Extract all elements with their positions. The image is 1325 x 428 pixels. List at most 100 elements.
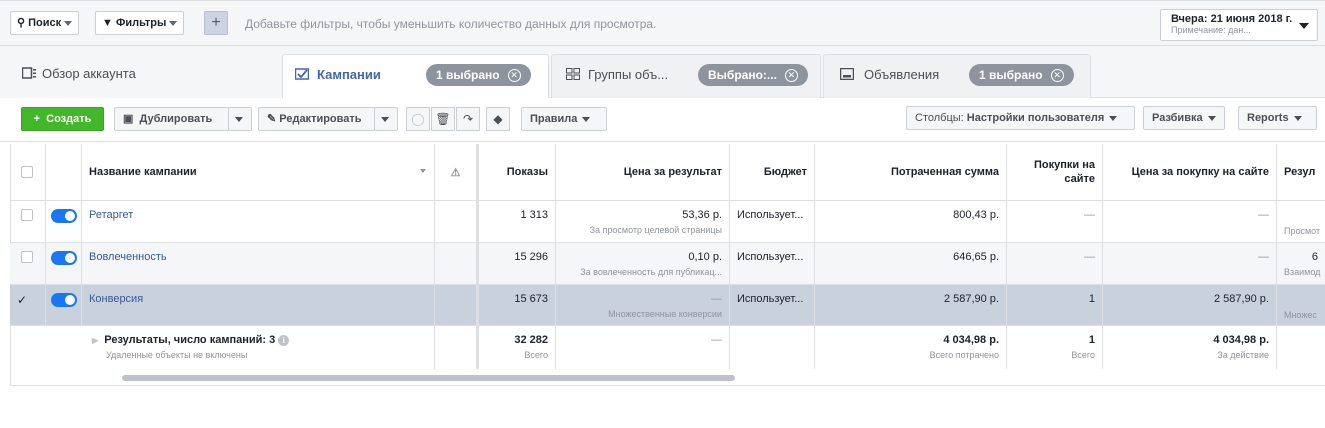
summary-cost-per-result: —	[556, 326, 730, 369]
summary-title: Результаты, число кампаний: 3	[104, 334, 276, 346]
account-overview-icon	[22, 67, 36, 79]
amount-spent-value: 646,65 р.	[815, 243, 1007, 284]
edit-dropdown[interactable]	[374, 107, 398, 131]
chevron-down-icon	[64, 20, 73, 26]
header-results[interactable]: Резул	[1277, 144, 1325, 200]
results-label: Взаимод	[1284, 267, 1321, 277]
header-purchases[interactable]: Покупки на сайте	[1007, 144, 1103, 200]
chevron-down-icon	[1109, 115, 1118, 121]
cost-per-purchase-value: —	[1103, 243, 1277, 284]
tab-ads[interactable]: Объявления 1 выбрано ✕	[823, 54, 1091, 99]
summary-purchases: 1	[1088, 334, 1095, 346]
chevron-down-icon	[381, 116, 389, 122]
campaign-toggle[interactable]	[51, 209, 77, 223]
export-icon: ↷	[462, 112, 474, 126]
header-cost-per-result[interactable]: Цена за результат	[556, 144, 730, 200]
campaign-name-link[interactable]: Конверсия	[89, 293, 143, 305]
add-filter-button[interactable]: +	[204, 11, 228, 35]
header-select-all[interactable]	[10, 144, 46, 200]
expand-triangle-icon[interactable]: ▶	[92, 336, 98, 345]
purchases-value: 1	[1007, 285, 1103, 325]
create-button[interactable]: + Создать	[21, 107, 104, 131]
horizontal-scrollbar[interactable]	[122, 375, 735, 381]
duplicate-button[interactable]: ▣ Дублировать	[114, 107, 229, 131]
tab-ad-sets[interactable]: Группы объ... Выбрано:... ✕	[551, 54, 821, 99]
campaigns-selected-badge[interactable]: 1 выбрано ✕	[426, 64, 531, 86]
header-budget[interactable]: Бюджет	[730, 144, 815, 200]
budget-value: Использует...	[730, 201, 815, 242]
export-button[interactable]: ↷	[456, 107, 480, 131]
delete-button[interactable]: 🗑	[431, 107, 455, 131]
impressions-value: 15 673	[477, 285, 556, 325]
summary-purchases-label: Всего	[1071, 350, 1095, 360]
summary-spent: 4 034,98 р.	[943, 334, 999, 346]
header-toggle-col	[46, 144, 82, 200]
tab-account-overview[interactable]: Обзор аккаунта	[0, 54, 282, 99]
sort-icon[interactable]	[420, 169, 426, 173]
clear-selection-icon[interactable]: ✕	[784, 69, 798, 83]
chevron-down-icon	[1293, 115, 1302, 121]
campaign-toggle[interactable]	[51, 293, 77, 307]
checkmark-icon[interactable]: ✓	[10, 285, 46, 325]
table-row[interactable]: Ретаргет 1 313 53,36 р. За просмотр целе…	[10, 201, 1325, 243]
results-label: Множес	[1284, 310, 1317, 320]
campaign-name-link[interactable]: Ретаргет	[89, 209, 133, 221]
filters-button[interactable]: ▼ Фильтры	[95, 11, 185, 35]
warning-icon: ⚠	[435, 144, 477, 200]
summary-subtitle: Удаленные объекты не включены	[106, 350, 248, 360]
budget-value: Использует...	[730, 243, 815, 284]
ad-sets-selected-badge[interactable]: Выбрано:... ✕	[698, 64, 808, 86]
columns-button[interactable]: Столбцы: Настройки пользователя	[906, 106, 1135, 130]
impressions-value: 1 313	[477, 201, 556, 242]
summary-cost-per-purchase-label: За действие	[1217, 350, 1269, 360]
table-row[interactable]: Вовлеченность 15 296 0,10 р. За вовлечен…	[10, 243, 1325, 285]
clear-selection-icon[interactable]: ✕	[507, 69, 521, 83]
edit-button[interactable]: ✎ Редактировать	[258, 107, 375, 131]
chevron-down-icon	[235, 116, 243, 122]
checkbox[interactable]	[21, 166, 33, 178]
summary-spent-label: Всего потрачено	[929, 350, 999, 360]
chevron-down-icon	[169, 20, 178, 26]
summary-impressions: 32 282	[514, 334, 548, 346]
cost-per-result-label: За вовлеченность для публикац...	[580, 267, 722, 277]
cost-per-result-label: За просмотр целевой страницы	[589, 225, 722, 235]
chevron-down-icon	[582, 116, 591, 122]
header-campaign-name[interactable]: Название кампании	[82, 144, 435, 200]
filter-icon: ▼	[102, 17, 113, 29]
trash-icon: 🗑	[435, 112, 451, 126]
duplicate-dropdown[interactable]	[228, 107, 252, 131]
tab-campaigns[interactable]: Кампании 1 выбрано ✕	[282, 54, 549, 99]
table-bottom-border	[10, 385, 1325, 386]
campaign-toggle[interactable]	[51, 251, 77, 265]
tag-button[interactable]: ◆	[486, 107, 510, 131]
summary-row: ▶ Результаты, число кампаний: 3 i Удален…	[10, 326, 1325, 369]
table-row-selected[interactable]: ✓ Конверсия 15 673 — Множественные конве…	[10, 285, 1325, 326]
header-cost-per-purchase[interactable]: Цена за покупку на сайте	[1103, 144, 1277, 200]
campaign-name-link[interactable]: Вовлеченность	[89, 251, 167, 263]
level-tabs: Обзор аккаунта Кампании 1 выбрано ✕ Групп…	[0, 46, 1325, 99]
cost-per-result-value: 0,10 р.	[688, 251, 722, 263]
breakdown-button[interactable]: Разбивка	[1143, 106, 1225, 130]
table-header: Название кампании ⚠ Показы Цена за резул…	[10, 144, 1325, 201]
toggle-status-button[interactable]: ◯	[406, 107, 430, 131]
search-button[interactable]: ⚲ Поиск	[10, 11, 80, 35]
duplicate-icon: ▣	[123, 113, 134, 125]
header-amount-spent[interactable]: Потраченная сумма	[815, 144, 1007, 200]
search-icon: ⚲	[17, 17, 26, 29]
checkbox[interactable]	[21, 251, 33, 263]
clear-selection-icon[interactable]: ✕	[1050, 69, 1064, 83]
chevron-down-icon	[1207, 115, 1216, 121]
summary-impressions-label: Всего	[524, 350, 548, 360]
date-range-picker[interactable]: Вчера: 21 июня 2018 г. Примечание: дан..…	[1160, 9, 1318, 41]
results-label: Просмот	[1284, 226, 1321, 236]
cost-per-result-value: 53,36 р.	[682, 209, 722, 221]
checkbox[interactable]	[21, 209, 33, 221]
ads-selected-badge[interactable]: 1 выбрано ✕	[969, 64, 1074, 86]
cost-per-result-label: Множественные конверсии	[608, 309, 722, 319]
filter-bar: ⚲ Поиск ▼ Фильтры + Добавьте фильтры, чт…	[0, 0, 1325, 46]
header-impressions[interactable]: Показы	[477, 144, 556, 200]
plus-icon: +	[33, 113, 41, 125]
info-icon[interactable]: i	[278, 335, 290, 346]
rules-button[interactable]: Правила	[521, 107, 607, 131]
reports-button[interactable]: Reports	[1238, 106, 1317, 130]
